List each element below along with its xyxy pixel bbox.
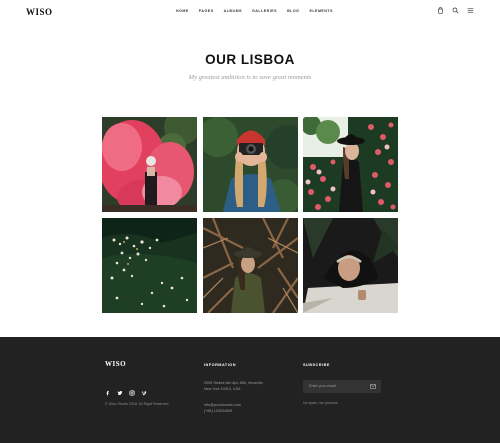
address-line-1: 2005 Stokes Isle Apt. 896, Venaville, xyxy=(204,381,264,385)
woman-headband-lying-photo[interactable] xyxy=(303,218,398,313)
nav-pages[interactable]: PAGES xyxy=(199,9,214,13)
subscribe-placeholder: Enter your email xyxy=(309,384,336,389)
flowers-in-water-photo[interactable] xyxy=(102,218,197,313)
menu-icon[interactable] xyxy=(467,7,474,14)
address-line-2: New York 10010, USA xyxy=(204,387,241,391)
woman-hat-branches-photo[interactable] xyxy=(202,218,298,313)
site-logo[interactable]: WISO xyxy=(26,7,53,17)
contact-email[interactable]: info@yourdomain.com xyxy=(204,403,241,407)
main-nav: HOME PAGES ALBUMS GALLERIES BLOG ELEMENT… xyxy=(176,9,343,13)
social-links xyxy=(105,390,147,396)
copyright-text: © Wiso Studio 2018. All Right Reserved. xyxy=(105,402,170,406)
twitter-icon[interactable] xyxy=(117,390,123,396)
cart-icon[interactable] xyxy=(437,7,444,14)
woman-pink-smoke-photo[interactable] xyxy=(102,117,197,212)
nav-galleries[interactable]: GALLERIES xyxy=(252,9,277,13)
footer-logo[interactable]: WISO xyxy=(105,360,126,368)
woman-black-hat-roses-photo[interactable] xyxy=(303,117,398,212)
woman-camera-red-beanie-photo[interactable] xyxy=(202,117,298,212)
nav-home[interactable]: HOME xyxy=(176,9,189,13)
vimeo-icon[interactable] xyxy=(141,390,147,396)
nav-blog[interactable]: BLOG xyxy=(287,9,299,13)
photo-gallery xyxy=(102,117,398,313)
information-heading: INFORMATION xyxy=(204,363,237,367)
page-subtitle: My greatest ambition is to save great mo… xyxy=(188,74,312,81)
header-actions xyxy=(437,7,474,14)
nav-elements[interactable]: ELEMENTS xyxy=(309,9,333,13)
subscribe-email-input[interactable]: Enter your email xyxy=(303,380,381,393)
nav-albums[interactable]: ALBUMS xyxy=(224,9,242,13)
envelope-icon[interactable] xyxy=(370,384,376,389)
instagram-icon[interactable] xyxy=(129,390,135,396)
page-title: OUR LISBOA xyxy=(205,52,295,67)
search-icon[interactable] xyxy=(452,7,459,14)
subscribe-note: No spam, we promise xyxy=(303,401,338,405)
site-header: WISO HOME PAGES ALBUMS GALLERIES BLOG EL… xyxy=(0,0,500,24)
site-footer: WISO © Wiso Studio 2018. All Right Reser… xyxy=(0,337,500,443)
subscribe-heading: SUBSCRIBE xyxy=(303,363,330,367)
contact-phone[interactable]: (+68) 120034509 xyxy=(204,409,232,413)
facebook-icon[interactable] xyxy=(105,390,111,396)
